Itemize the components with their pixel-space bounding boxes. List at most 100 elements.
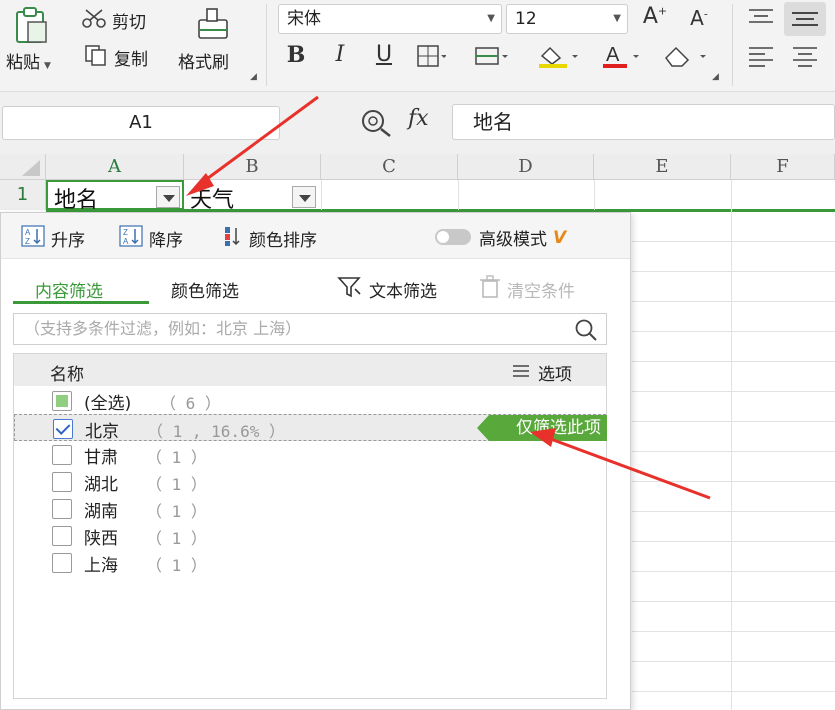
- grid-line: [321, 180, 322, 210]
- cut-button[interactable]: 剪切: [82, 8, 146, 33]
- list-item-label: (全选): [84, 394, 132, 414]
- text-filter-label: 文本筛选: [369, 282, 437, 302]
- fx-icon[interactable]: fx: [408, 106, 429, 131]
- color-sort-icon: [223, 225, 243, 252]
- format-painter-button[interactable]: 格式刷: [178, 48, 229, 73]
- sort-descending-icon: ZA: [119, 225, 143, 252]
- options-button[interactable]: 选项: [512, 360, 572, 385]
- list-item-count: （ 1 ）: [146, 475, 207, 494]
- font-expand-icon[interactable]: ◢: [712, 72, 719, 82]
- chevron-down-icon: ▼: [487, 13, 495, 24]
- list-item-count: （ 1 , 16.6% ）: [147, 422, 285, 441]
- tab-color-filter[interactable]: 颜色筛选: [171, 277, 239, 302]
- tab-content-filter[interactable]: 内容筛选: [35, 277, 103, 302]
- list-item-count: （ 1 ）: [146, 556, 207, 575]
- name-box[interactable]: A1: [2, 106, 280, 140]
- checkbox-item[interactable]: [53, 419, 73, 439]
- decrease-font-icon[interactable]: A-: [684, 6, 714, 30]
- sort-ascending-button[interactable]: AZ 升序: [21, 225, 85, 252]
- increase-font-icon[interactable]: A+: [640, 4, 670, 29]
- paste-button[interactable]: 粘贴 ▼: [6, 48, 51, 73]
- checkbox-select-all[interactable]: [52, 391, 72, 411]
- copy-button[interactable]: 复制: [84, 44, 148, 71]
- filter-value-list: 名称 选项 (全选) （ 6 ） 北京 （ 1 , 16.6% ） 仅筛选此项 …: [13, 353, 607, 699]
- filter-search-input[interactable]: （支持多条件过滤，例如：北京 上海）: [13, 313, 607, 345]
- list-item-label: 陕西: [84, 529, 118, 549]
- advanced-mode-toggle[interactable]: [435, 229, 471, 245]
- row-header-1[interactable]: 1: [0, 180, 46, 210]
- svg-text:Z: Z: [123, 228, 128, 237]
- color-sort-button[interactable]: 颜色排序: [223, 225, 317, 252]
- ribbon-toolbar: 粘贴 ▼ 剪切 复制 格式刷 ◢ 宋体 ▼ 12 ▼ A+ A- B I U A ◢: [0, 0, 835, 92]
- column-header-d[interactable]: D: [458, 154, 594, 180]
- column-header-e[interactable]: E: [594, 154, 731, 180]
- cell-b1-text: 天气: [190, 188, 235, 213]
- list-item-count: （ 6 ）: [160, 394, 221, 413]
- borders-icon[interactable]: [416, 44, 447, 72]
- checkbox-item[interactable]: [52, 499, 72, 519]
- filter-panel: AZ 升序 ZA 降序 颜色排序 高级模式 V 内容筛选 颜色筛选 文本筛选 清…: [0, 212, 631, 710]
- list-item[interactable]: 陕西 （ 1 ）: [14, 522, 606, 549]
- checkbox-item[interactable]: [52, 526, 72, 546]
- format-painter-icon[interactable]: [193, 6, 233, 44]
- filter-dropdown-a1[interactable]: [156, 186, 180, 208]
- align-center-icon[interactable]: [790, 44, 820, 72]
- column-header-f[interactable]: F: [731, 154, 835, 180]
- font-name-select[interactable]: 宋体 ▼: [278, 4, 502, 34]
- merge-cells-icon[interactable]: [474, 44, 508, 72]
- list-item-select-all[interactable]: (全选) （ 6 ）: [14, 387, 606, 414]
- sort-ascending-label: 升序: [51, 231, 85, 251]
- underline-button[interactable]: U: [372, 42, 396, 67]
- list-header-name: 名称: [50, 365, 84, 385]
- tab-active-indicator: [13, 301, 149, 304]
- list-item[interactable]: 湖南 （ 1 ）: [14, 495, 606, 522]
- font-size-select[interactable]: 12 ▼: [506, 4, 628, 34]
- italic-button[interactable]: I: [328, 42, 352, 67]
- formula-input[interactable]: 地名: [452, 104, 835, 140]
- checkbox-item[interactable]: [52, 472, 72, 492]
- svg-text:A: A: [25, 228, 31, 237]
- align-middle-icon[interactable]: [784, 2, 826, 36]
- clear-conditions-button[interactable]: 清空条件: [479, 275, 575, 304]
- select-all-corner[interactable]: [0, 154, 46, 180]
- list-item[interactable]: 北京 （ 1 , 16.6% ） 仅筛选此项: [14, 414, 607, 442]
- spreadsheet-app: 粘贴 ▼ 剪切 复制 格式刷 ◢ 宋体 ▼ 12 ▼ A+ A- B I U A ◢: [0, 0, 835, 710]
- svg-text:A: A: [606, 44, 620, 66]
- list-item-label: 甘肃: [84, 448, 118, 468]
- funnel-icon: [337, 275, 363, 304]
- list-item-label: 北京: [85, 422, 119, 442]
- paste-icon[interactable]: [14, 6, 48, 44]
- cell-a1-text: 地名: [54, 188, 99, 213]
- clipboard-expand-icon[interactable]: ◢: [250, 72, 257, 82]
- ribbon-divider: [266, 4, 267, 86]
- column-header-b[interactable]: B: [184, 154, 321, 180]
- list-item-label: 湖北: [84, 475, 118, 495]
- column-header-c[interactable]: C: [321, 154, 458, 180]
- checkbox-item[interactable]: [52, 553, 72, 573]
- align-left-icon[interactable]: [746, 44, 776, 72]
- filter-dropdown-b1[interactable]: [292, 186, 316, 208]
- svg-text:Z: Z: [25, 237, 30, 246]
- grid-body: [632, 212, 835, 710]
- zoom-search-icon[interactable]: [360, 108, 394, 142]
- column-header-a[interactable]: A: [46, 154, 184, 180]
- vip-badge-icon: V: [553, 227, 567, 248]
- chevron-down-icon: ▼: [613, 13, 621, 24]
- copy-icon: [84, 44, 108, 71]
- list-item[interactable]: 湖北 （ 1 ）: [14, 468, 606, 495]
- eraser-icon[interactable]: [660, 42, 710, 74]
- filter-only-this-button[interactable]: 仅筛选此项: [477, 415, 607, 441]
- checkbox-item[interactable]: [52, 445, 72, 465]
- cut-label: 剪切: [112, 13, 146, 33]
- search-icon[interactable]: [574, 318, 598, 352]
- bold-button[interactable]: B: [284, 42, 308, 68]
- list-item-label: 湖南: [84, 502, 118, 522]
- font-color-icon[interactable]: A: [600, 42, 644, 74]
- fill-color-icon[interactable]: [536, 42, 580, 74]
- list-item-label: 上海: [84, 556, 118, 576]
- text-filter-button[interactable]: 文本筛选: [337, 275, 437, 304]
- align-top-icon[interactable]: [746, 6, 776, 34]
- list-item[interactable]: 上海 （ 1 ）: [14, 549, 606, 576]
- sort-descending-button[interactable]: ZA 降序: [119, 225, 183, 252]
- list-item[interactable]: 甘肃 （ 1 ）: [14, 441, 606, 468]
